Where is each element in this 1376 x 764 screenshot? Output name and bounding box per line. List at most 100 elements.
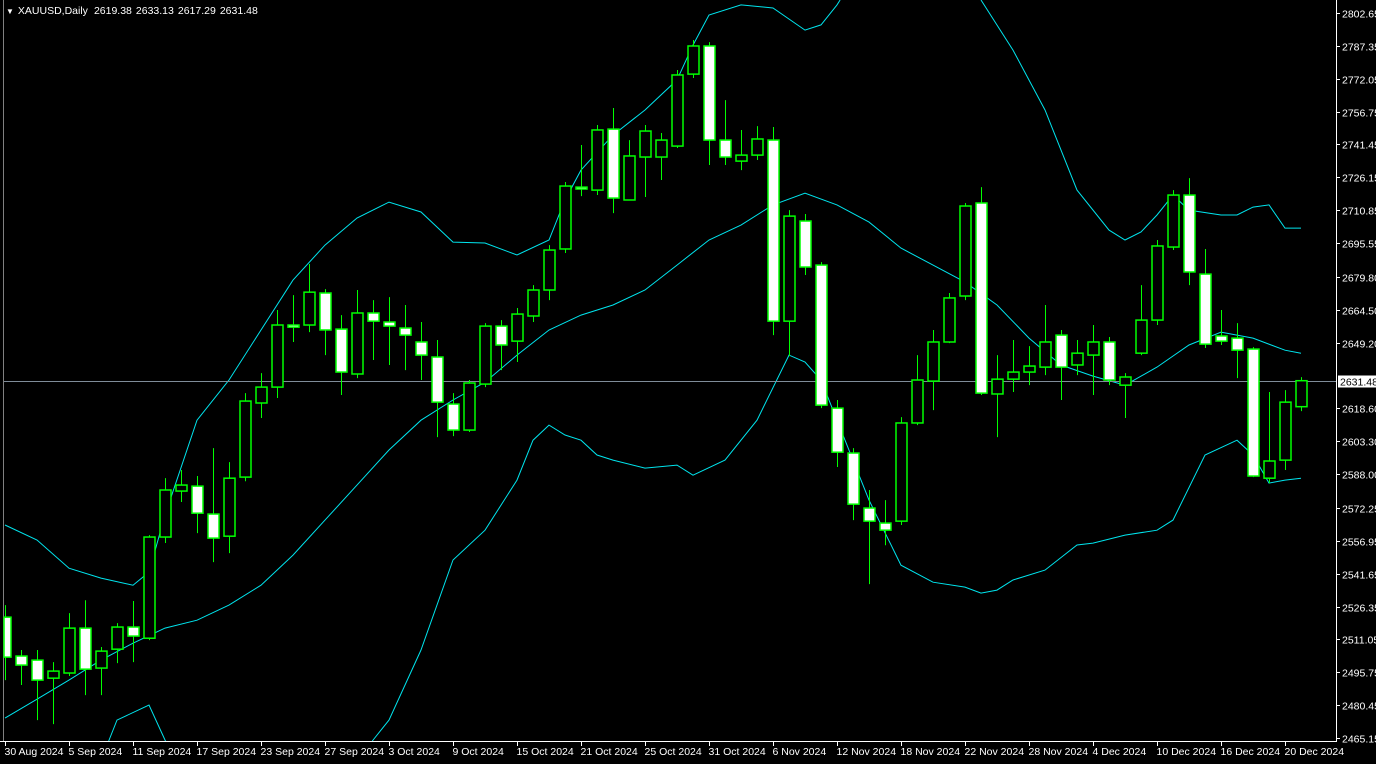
- candle-body-bullish: [159, 489, 172, 538]
- date-tick-label: 4 Dec 2024: [1093, 746, 1147, 758]
- candle-body-bearish: [831, 407, 844, 453]
- chart-header: ▼ XAUUSD,Daily 2619.38 2633.13 2617.29 2631.4…: [6, 5, 262, 17]
- candle-body-bearish: [1247, 348, 1260, 477]
- date-tick-label: 16 Dec 2024: [1221, 746, 1281, 758]
- candle-body-bullish: [959, 205, 972, 297]
- candle: [943, 293, 956, 344]
- candle: [527, 285, 540, 323]
- candle-body-bullish: [735, 154, 748, 162]
- date-tick-label: 27 Sep 2024: [325, 746, 385, 758]
- price-tick-label: 2802.65: [1342, 9, 1376, 21]
- candle-body-bearish: [847, 452, 860, 505]
- candle-body-bullish: [271, 324, 284, 388]
- candle-body-bullish: [255, 386, 268, 404]
- ohlc-open: 2619.38: [93, 5, 132, 17]
- price-tick-label: 2526.35: [1342, 603, 1376, 615]
- candle-body-bullish: [63, 627, 76, 674]
- candle-body-bearish: [1215, 335, 1228, 342]
- candle: [799, 213, 812, 275]
- candle-body-bullish: [991, 378, 1004, 395]
- candle-body-bearish: [447, 403, 460, 431]
- candle-body-bearish: [79, 627, 92, 670]
- date-tick-label: 10 Dec 2024: [1157, 746, 1217, 758]
- candle-body-bullish: [527, 289, 540, 317]
- price-tick-label: 2787.35: [1342, 42, 1376, 54]
- price-tick-label: 2465.15: [1342, 734, 1376, 746]
- candle-body-bearish: [863, 507, 876, 522]
- candle-body-bullish: [943, 297, 956, 343]
- candle-body-bullish: [111, 626, 124, 650]
- date-tick-label: 28 Nov 2024: [1029, 746, 1089, 758]
- ohlc-close: 2631.48: [219, 5, 258, 17]
- candle: [1279, 390, 1292, 471]
- candle-body-bearish: [287, 324, 300, 328]
- price-chart[interactable]: 2802.65 2787.35 2772.05 2756.75 2741.45 2726.…: [0, 0, 1376, 764]
- price-tick-label: 2726.15: [1342, 173, 1376, 185]
- price-tick-label: 2664.50: [1342, 306, 1376, 318]
- candle-body-bearish: [495, 325, 508, 346]
- price-tick-label: 2741.45: [1342, 140, 1376, 152]
- candle-body-bearish: [1231, 337, 1244, 351]
- candle-body-bullish: [47, 670, 60, 679]
- candle-body-bullish: [1007, 371, 1020, 380]
- candle-body-bearish: [335, 328, 348, 373]
- candle: [591, 125, 604, 196]
- candle-body-bullish: [1295, 379, 1308, 408]
- price-tick-label: 2649.20: [1342, 339, 1376, 351]
- candle: [895, 417, 908, 526]
- candle-body-bullish: [927, 341, 940, 382]
- candle: [687, 39, 700, 78]
- candle-body-bullish: [559, 185, 572, 250]
- price-tick-label: 2679.80: [1342, 273, 1376, 285]
- candle-body-bullish: [303, 291, 316, 326]
- dropdown-triangle-icon[interactable]: ▼: [6, 7, 14, 16]
- candle-body-bullish: [463, 382, 476, 431]
- date-tick-label: 11 Sep 2024: [133, 746, 192, 758]
- candle: [1167, 190, 1180, 251]
- candle-body-bullish: [751, 138, 764, 156]
- candle-body-bullish: [655, 139, 668, 158]
- date-tick-label: 22 Nov 2024: [965, 746, 1025, 758]
- candle-body-bullish: [783, 215, 796, 322]
- date-tick-label: 17 Sep 2024: [197, 746, 257, 758]
- candle-body-bearish: [703, 45, 716, 141]
- candle-body-bullish: [1023, 365, 1036, 373]
- price-tick-label: 2710.85: [1342, 206, 1376, 218]
- candle-body-bearish: [719, 139, 732, 158]
- candle-body-bearish: [207, 513, 220, 539]
- candle-body-bearish: [975, 202, 988, 394]
- candle-body-bearish: [1055, 334, 1068, 368]
- candle-body-bullish: [223, 477, 236, 537]
- date-tick-label: 20 Dec 2024: [1285, 746, 1345, 758]
- current-price-tag: 2631.48: [1338, 375, 1376, 389]
- candle-body-bullish: [143, 536, 156, 639]
- candle-body-bearish: [319, 292, 332, 331]
- candle-body-bullish: [95, 650, 108, 669]
- candle: [959, 203, 972, 301]
- candle-body-bullish: [687, 45, 700, 75]
- symbol-timeframe: XAUUSD,Daily: [17, 5, 88, 17]
- price-tick-label: 2495.75: [1342, 668, 1376, 680]
- candle-body-bullish: [1087, 341, 1100, 356]
- price-tick-label: 2756.75: [1342, 108, 1376, 120]
- candle-body-bearish: [383, 321, 396, 327]
- candle-body-bearish: [399, 327, 412, 336]
- candle-body-bullish: [591, 129, 604, 191]
- ohlc-high: 2633.13: [135, 5, 174, 17]
- candle: [1247, 347, 1260, 478]
- candle-body-bullish: [511, 313, 524, 342]
- candle-body-bullish: [543, 249, 556, 291]
- candle-body-bullish: [623, 155, 636, 201]
- candle: [559, 181, 572, 254]
- candle-body-bearish: [127, 626, 140, 637]
- price-tick-label: 2695.55: [1342, 239, 1376, 251]
- candle-body-bearish: [431, 356, 444, 403]
- price-tick-label: 2511.05: [1342, 635, 1376, 647]
- candle-body-bullish: [1119, 376, 1132, 386]
- candle: [1103, 337, 1116, 386]
- candle-body-bearish: [607, 128, 620, 199]
- candle: [1295, 377, 1308, 412]
- price-tick-label: 2772.05: [1342, 75, 1376, 87]
- candle-body-bearish: [879, 522, 892, 531]
- date-tick-label: 30 Aug 2024: [5, 746, 64, 758]
